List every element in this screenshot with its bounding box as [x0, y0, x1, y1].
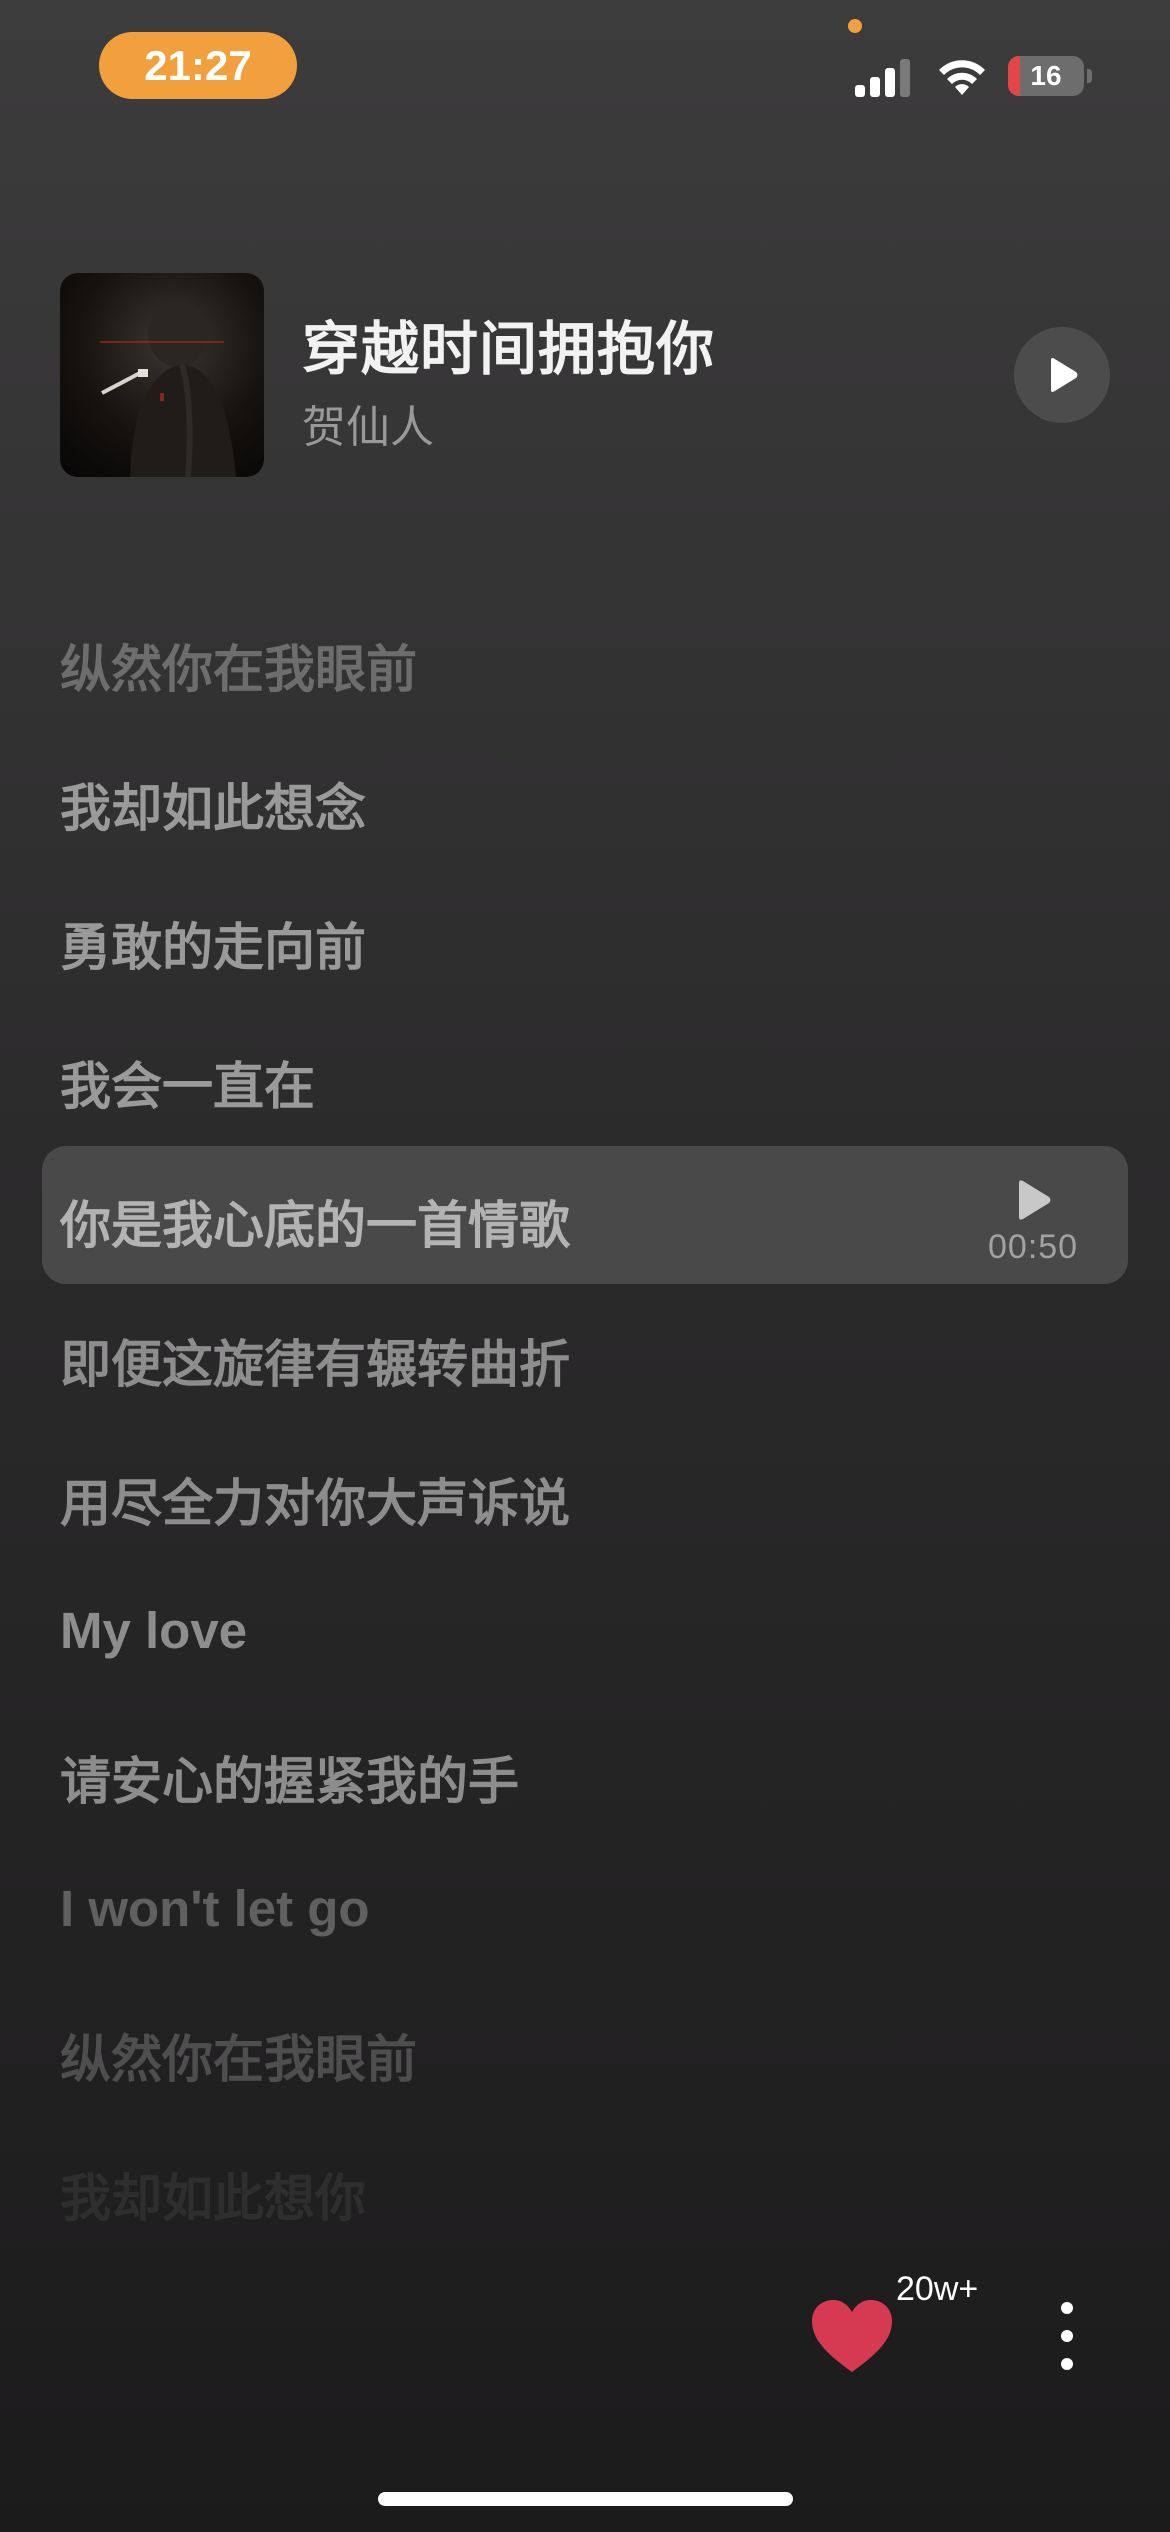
battery-icon: 16	[1008, 56, 1084, 96]
cellular-signal-icon	[855, 57, 915, 97]
lyric-line[interactable]: 我却如此想你	[60, 2157, 366, 2231]
more-vertical-icon[interactable]	[1050, 2302, 1084, 2370]
lyric-line[interactable]: 勇敢的走向前	[60, 906, 366, 980]
lyric-line-current[interactable]: 你是我心底的一首情歌	[60, 1184, 570, 1258]
lyric-timestamp: 00:50	[988, 1228, 1079, 1266]
like-count: 20w+	[896, 2270, 979, 2308]
privacy-indicator-dot	[848, 19, 862, 33]
lyric-line[interactable]: 请安心的握紧我的手	[60, 1740, 519, 1814]
song-title: 穿越时间拥抱你	[302, 317, 716, 382]
home-indicator[interactable]	[378, 2492, 793, 2506]
lyric-line[interactable]: My love	[60, 1601, 247, 1660]
lyric-line[interactable]: 用尽全力对你大声诉说	[60, 1462, 570, 1536]
battery-level: 16	[1030, 60, 1062, 91]
play-icon	[1051, 358, 1078, 392]
album-cover[interactable]	[60, 273, 264, 477]
lyric-line[interactable]: 纵然你在我眼前	[60, 628, 417, 702]
lyric-line[interactable]: 我会一直在	[60, 1045, 315, 1119]
play-button[interactable]	[1014, 327, 1110, 423]
wifi-icon	[939, 60, 985, 95]
status-time: 21:27	[99, 32, 297, 99]
song-artist[interactable]: 贺仙人	[302, 391, 434, 455]
lyric-line[interactable]: 纵然你在我眼前	[60, 2018, 417, 2092]
heart-icon[interactable]	[810, 2298, 894, 2374]
lyric-line[interactable]: 即便这旋律有辗转曲折	[60, 1323, 570, 1397]
lyric-line[interactable]: I won't let go	[60, 1879, 370, 1938]
lyric-line[interactable]: 我却如此想念	[60, 767, 366, 841]
battery-tip	[1087, 69, 1092, 83]
lyric-play-icon[interactable]	[1011, 1178, 1055, 1222]
album-art-image	[100, 299, 236, 477]
